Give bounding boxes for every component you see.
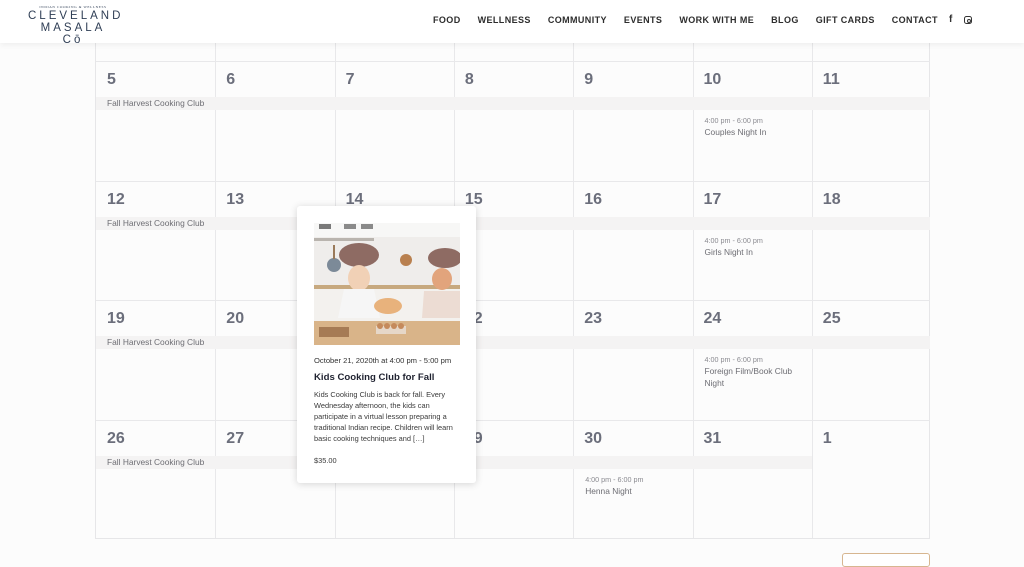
day-number: 19	[107, 310, 125, 327]
event-time: 4:00 pm - 6:00 pm	[704, 355, 763, 364]
day-number: 24	[703, 310, 722, 327]
nav-work-with-me[interactable]: WORK WITH ME	[679, 15, 754, 25]
month-calendar-grid: Fall Harvest Cooking Club 5 6 7 8 9 10 11 4:00 p…	[95, 43, 931, 539]
day-number: 5	[107, 71, 116, 88]
day-number: 27	[226, 429, 245, 447]
event-price: $35.00	[314, 456, 337, 465]
day-number: 1	[822, 429, 832, 447]
social-links: f	[949, 14, 973, 25]
kids-cooking-image	[314, 223, 460, 345]
nav-contact[interactable]: CONTACT	[892, 15, 938, 25]
event-date-time: October 21, 2020th at 4:00 pm - 5:00 pm	[314, 356, 452, 365]
nav-events[interactable]: EVENTS	[624, 15, 662, 25]
event-photo[interactable]	[314, 223, 460, 345]
day-number: 10	[703, 71, 722, 88]
event-title-link[interactable]: Foreign Film/Book Club Night	[705, 365, 810, 389]
day-number: 8	[464, 71, 474, 88]
event-title-link[interactable]: Kids Cooking Club for Fall	[314, 372, 434, 383]
nav-community[interactable]: COMMUNITY	[548, 15, 607, 25]
day-number: 18	[822, 190, 841, 208]
site-logo[interactable]: INDIAN COOKING & WELLNESS CLEVELAND MASA…	[28, 5, 124, 46]
day-number: 7	[345, 71, 355, 88]
day-number: 6	[226, 71, 236, 88]
instagram-icon[interactable]	[964, 16, 973, 24]
logo-line-1: CLEVELAND	[28, 10, 124, 22]
day-number: 17	[703, 190, 722, 208]
logo-line-2: MASALA Cō	[40, 22, 106, 46]
main-nav: FOOD WELLNESS COMMUNITY EVENTS WORK WITH…	[433, 15, 955, 25]
day-number: 31	[703, 429, 722, 447]
event-time: 4:00 pm - 6:00 pm	[704, 116, 763, 125]
event-description: Kids Cooking Club is back for fall. Ever…	[314, 390, 453, 443]
day-number: 9	[584, 71, 594, 88]
day-number: 20	[226, 310, 245, 327]
event-tooltip-card[interactable]: October 21, 2020th at 4:00 pm - 5:00 pm …	[297, 206, 476, 483]
day-number: 13	[226, 190, 245, 208]
facebook-icon[interactable]: f	[949, 14, 952, 25]
day-number: 25	[822, 310, 841, 327]
site-header: INDIAN COOKING & WELLNESS CLEVELAND MASA…	[0, 0, 1024, 46]
day-number: 23	[584, 310, 602, 327]
event-time: 4:00 pm - 6:00 pm	[585, 474, 644, 484]
nav-food[interactable]: FOOD	[433, 15, 461, 25]
day-number: 16	[584, 190, 602, 208]
nav-gift-cards[interactable]: GIFT CARDS	[816, 15, 875, 25]
next-events-button[interactable]	[842, 553, 930, 567]
event-title-link[interactable]: Couples Night In	[705, 126, 810, 138]
event-title-link[interactable]: Girls Night In	[705, 246, 810, 258]
nav-wellness[interactable]: WELLNESS	[478, 15, 531, 25]
day-number: 12	[107, 190, 125, 208]
event-time: 4:00 pm - 6:00 pm	[704, 235, 763, 245]
event-title-link[interactable]: Henna Night	[585, 485, 690, 497]
day-number: 30	[584, 429, 602, 447]
day-number: 11	[822, 71, 840, 88]
nav-blog[interactable]: BLOG	[771, 15, 799, 25]
day-number: 26	[107, 429, 125, 447]
